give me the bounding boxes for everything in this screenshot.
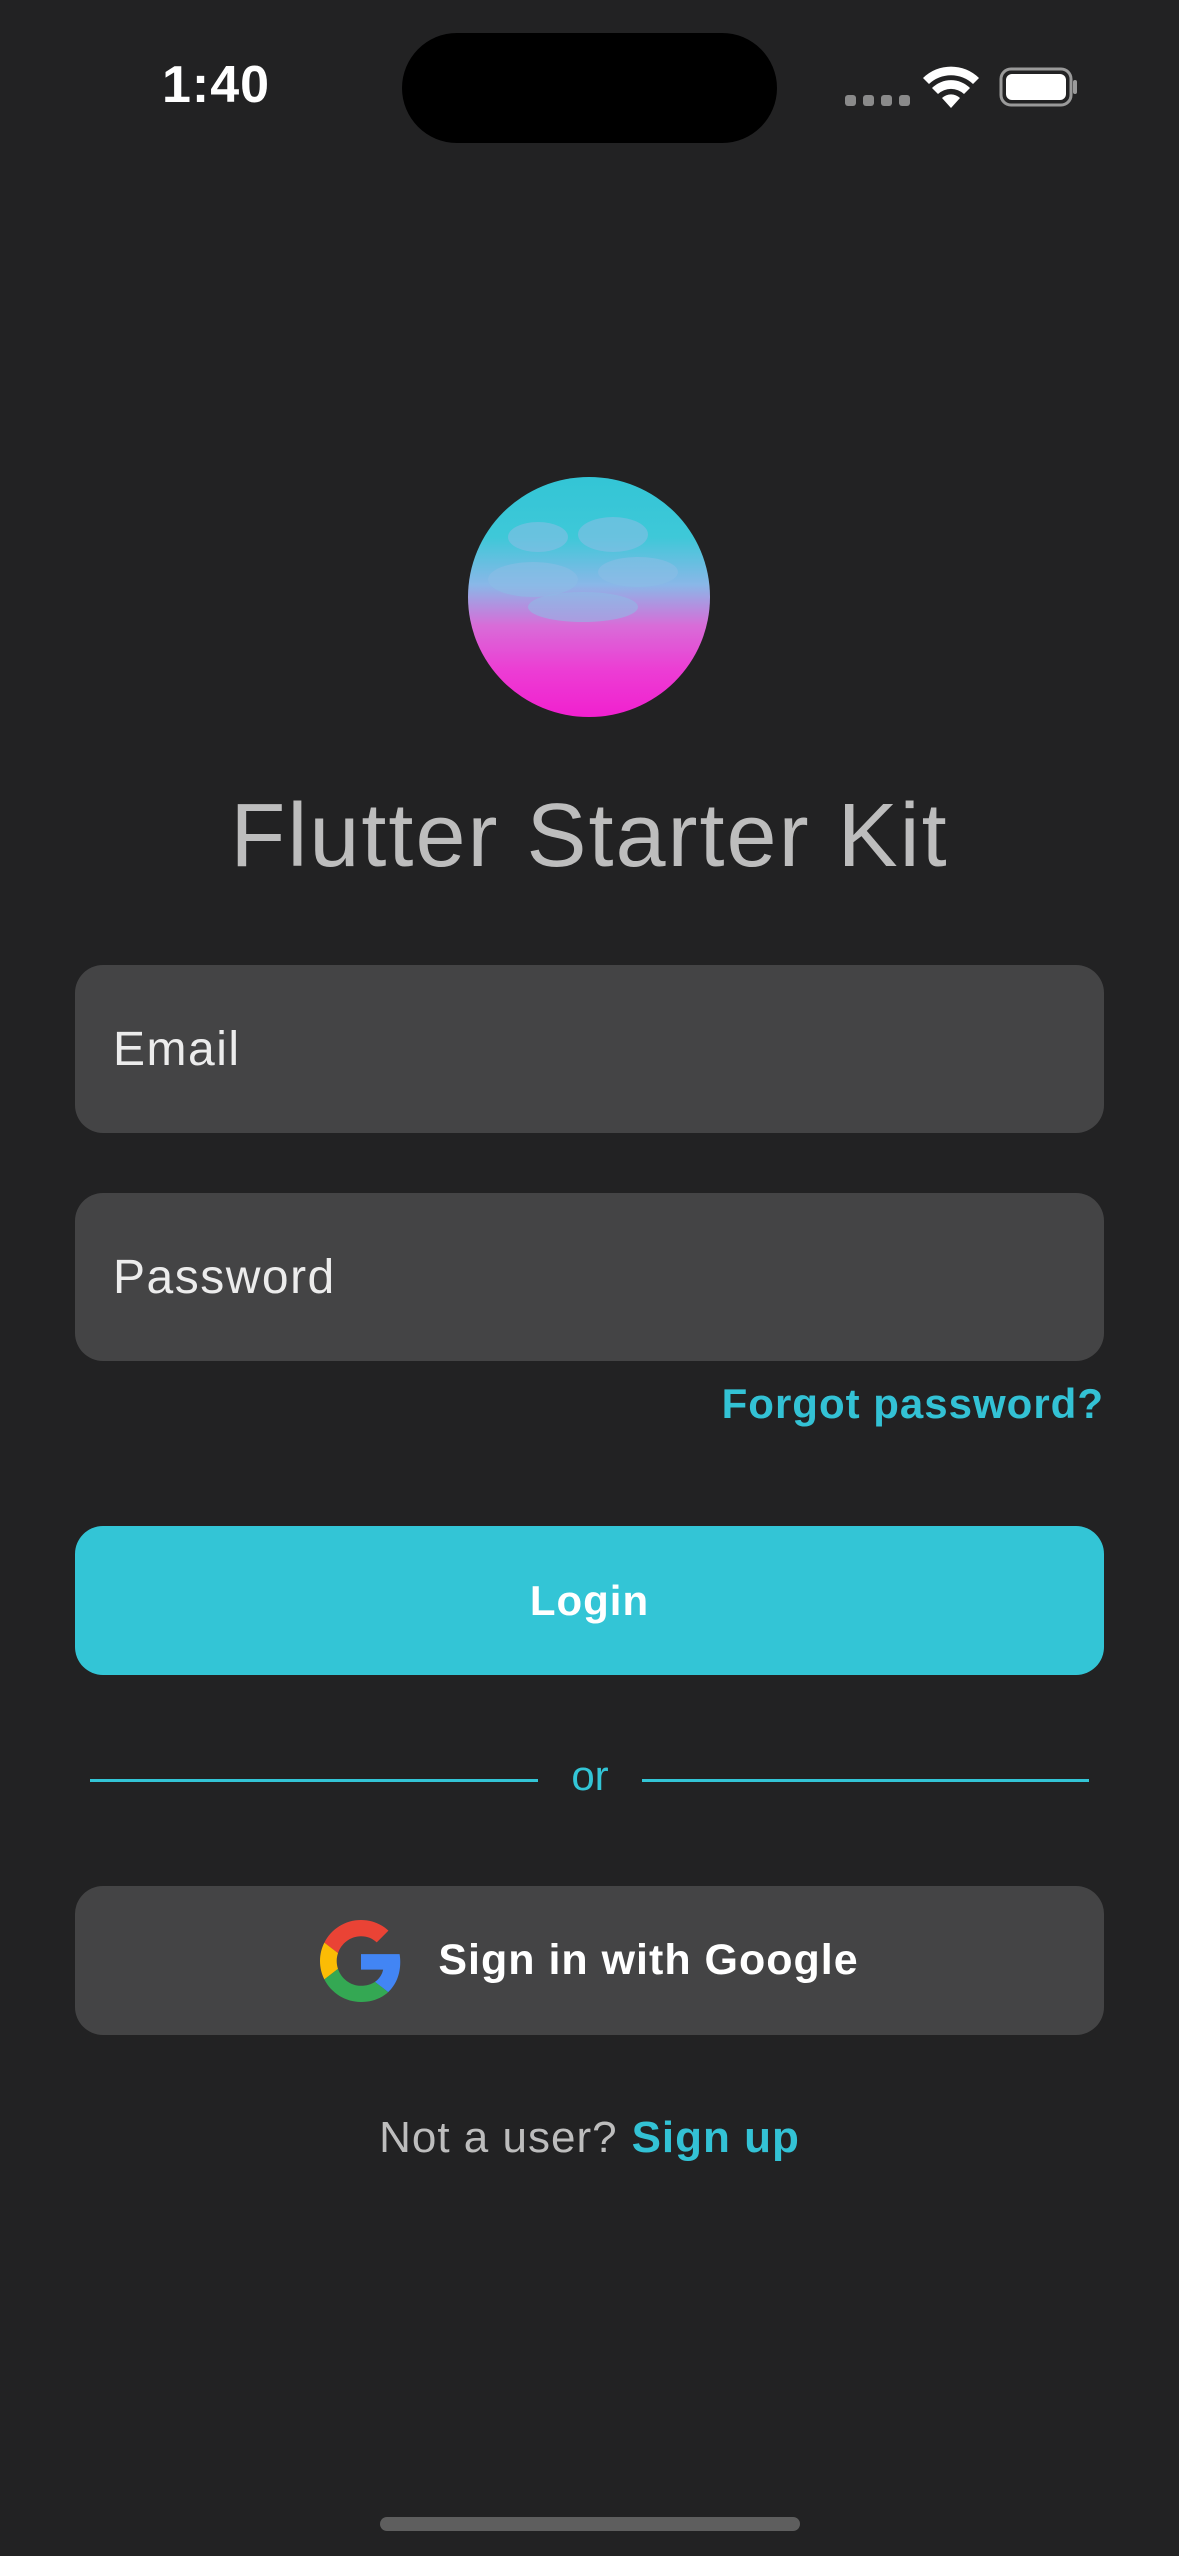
divider-line-right bbox=[642, 1779, 1089, 1782]
password-field[interactable]: Password bbox=[75, 1193, 1104, 1361]
google-icon bbox=[320, 1919, 401, 2002]
google-signin-label: Sign in with Google bbox=[438, 1936, 859, 1984]
signal-icon bbox=[845, 95, 910, 106]
signup-row: Not a user? Sign up bbox=[0, 2113, 1179, 2163]
wifi-icon bbox=[923, 66, 979, 108]
dynamic-island bbox=[402, 33, 777, 143]
divider-text: or bbox=[571, 1752, 609, 1799]
password-placeholder: Password bbox=[113, 1250, 336, 1304]
login-button[interactable]: Login bbox=[75, 1526, 1104, 1675]
forgot-password-link[interactable]: Forgot password? bbox=[722, 1380, 1104, 1428]
google-signin-button[interactable]: Sign in with Google bbox=[75, 1886, 1104, 2035]
status-time: 1:40 bbox=[162, 56, 271, 114]
signup-prompt: Not a user? bbox=[379, 2113, 618, 2162]
app-title: Flutter Starter Kit bbox=[230, 786, 949, 886]
signup-link[interactable]: Sign up bbox=[632, 2113, 800, 2162]
divider-line-left bbox=[90, 1779, 538, 1782]
app-logo bbox=[468, 477, 710, 717]
email-field[interactable]: Email bbox=[75, 965, 1104, 1133]
home-indicator[interactable] bbox=[380, 2517, 800, 2531]
login-screen: 1:40 Flutter Starter Kit Email Password … bbox=[0, 0, 1179, 2556]
battery-icon bbox=[999, 67, 1077, 107]
email-placeholder: Email bbox=[113, 1022, 241, 1076]
